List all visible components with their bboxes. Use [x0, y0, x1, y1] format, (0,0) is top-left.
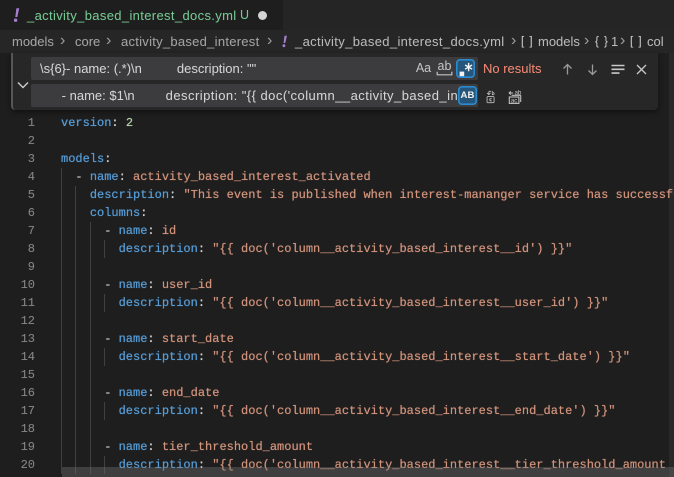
svg-text:ac: ac — [511, 98, 517, 104]
svg-text:ab: ab — [515, 91, 522, 97]
